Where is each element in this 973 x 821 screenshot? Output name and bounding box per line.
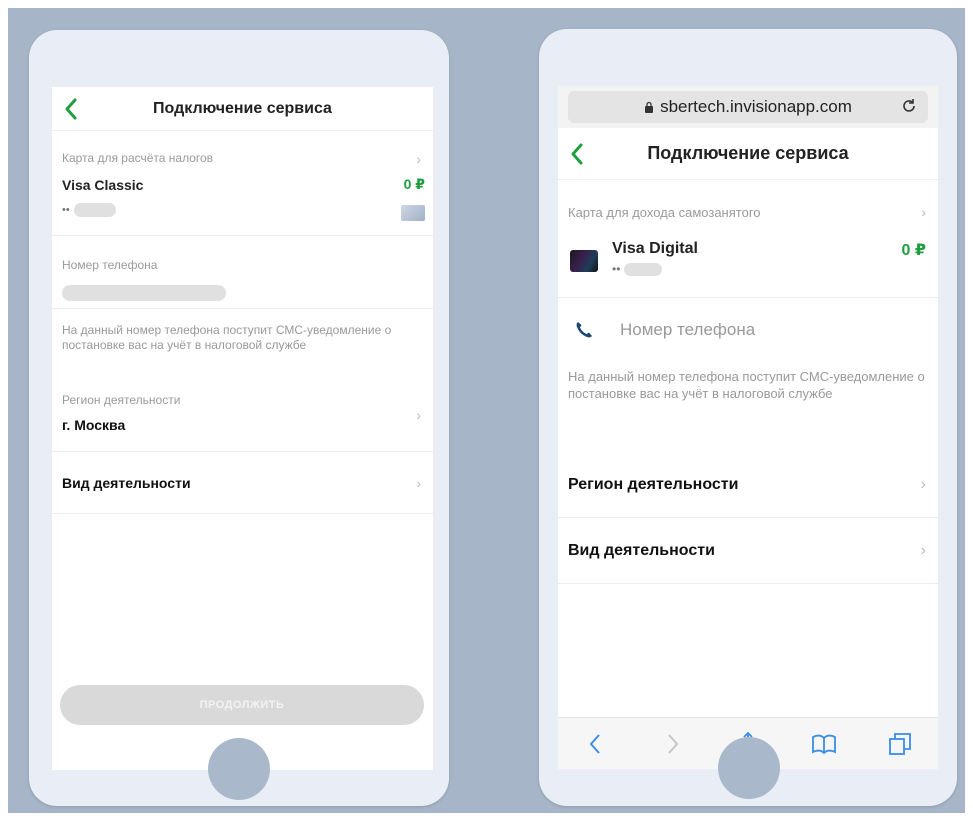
tabs-icon[interactable]: [887, 731, 913, 757]
page-title: Подключение сервиса: [647, 143, 849, 163]
chevron-right-icon: ›: [416, 151, 421, 167]
card-thumbnail-icon: [570, 250, 598, 272]
card-balance: 0 ₽: [403, 176, 425, 192]
phone-caption: Номер телефона: [62, 258, 158, 272]
region-row[interactable]: Регион деятельности › г. Москва: [52, 379, 433, 452]
phone-mockup-left: Подключение сервиса Карта для расчёта на…: [29, 30, 449, 806]
screen-left: Подключение сервиса Карта для расчёта на…: [52, 87, 433, 770]
sms-hint: На данный номер телефона поступит СМС-ув…: [62, 323, 392, 352]
region-label: Регион деятельности: [568, 475, 739, 493]
continue-button[interactable]: ПРОДОЛЖИТЬ: [60, 685, 424, 725]
url-text: sbertech.invisionapp.com: [660, 97, 852, 116]
screen-right: sbertech.invisionapp.com Подключение сер…: [558, 86, 938, 769]
activity-type-row[interactable]: Вид деятельности ›: [558, 518, 938, 584]
chevron-right-icon: ›: [920, 542, 926, 559]
card-name: Visa Digital: [612, 240, 698, 257]
phone-field[interactable]: Номер телефона: [52, 236, 433, 309]
page-title: Подключение сервиса: [153, 99, 332, 117]
navbar: Подключение сервиса: [558, 128, 938, 180]
card-name: Visa Classic: [62, 177, 144, 193]
back-chevron-icon[interactable]: [568, 142, 586, 166]
navbar: Подключение сервиса: [52, 87, 433, 131]
browser-back-icon[interactable]: [583, 731, 609, 757]
region-value: г. Москва: [62, 417, 126, 433]
card-caption: Карта для расчёта налогов: [62, 151, 214, 165]
region-row[interactable]: Регион деятельности ›: [558, 452, 938, 518]
url-field[interactable]: sbertech.invisionapp.com: [568, 91, 928, 123]
activity-type-label: Вид деятельности: [62, 474, 191, 491]
lock-icon: [645, 101, 654, 113]
home-button[interactable]: [208, 738, 270, 800]
browser-forward-icon[interactable]: [659, 731, 685, 757]
masked-number-pill: [73, 203, 116, 217]
bookmarks-icon[interactable]: [811, 731, 837, 757]
phone-icon: [576, 322, 592, 338]
chevron-right-icon: ›: [920, 476, 926, 493]
card-mask: ••: [62, 203, 116, 217]
home-button[interactable]: [718, 737, 780, 799]
card-mask: ••: [612, 262, 663, 277]
card-thumbnail-icon: [401, 205, 425, 221]
chevron-right-icon: ›: [416, 407, 421, 423]
sms-hint: На данный номер телефона поступит СМС-ув…: [568, 369, 925, 401]
browser-url-bar: sbertech.invisionapp.com: [558, 86, 938, 128]
activity-type-label: Вид деятельности: [568, 541, 715, 559]
phone-mockup-right: sbertech.invisionapp.com Подключение сер…: [539, 29, 957, 806]
activity-type-row[interactable]: Вид деятельности ›: [52, 452, 433, 514]
card-select-row[interactable]: Карта для дохода самозанятого › Visa Dig…: [558, 180, 938, 298]
phone-value-pill: [62, 285, 226, 301]
chevron-right-icon: ›: [921, 204, 926, 220]
reload-icon[interactable]: [900, 97, 918, 115]
phone-field[interactable]: Номер телефона: [558, 298, 938, 362]
card-balance: 0 ₽: [901, 242, 926, 259]
masked-number-pill: [624, 263, 663, 277]
phone-input-placeholder: Номер телефона: [620, 320, 756, 339]
back-chevron-icon[interactable]: [62, 97, 80, 121]
card-select-row[interactable]: Карта для расчёта налогов › Visa Classic…: [52, 131, 433, 236]
card-caption: Карта для дохода самозанятого: [568, 205, 761, 220]
region-caption: Регион деятельности: [62, 393, 181, 407]
chevron-right-icon: ›: [416, 475, 421, 491]
